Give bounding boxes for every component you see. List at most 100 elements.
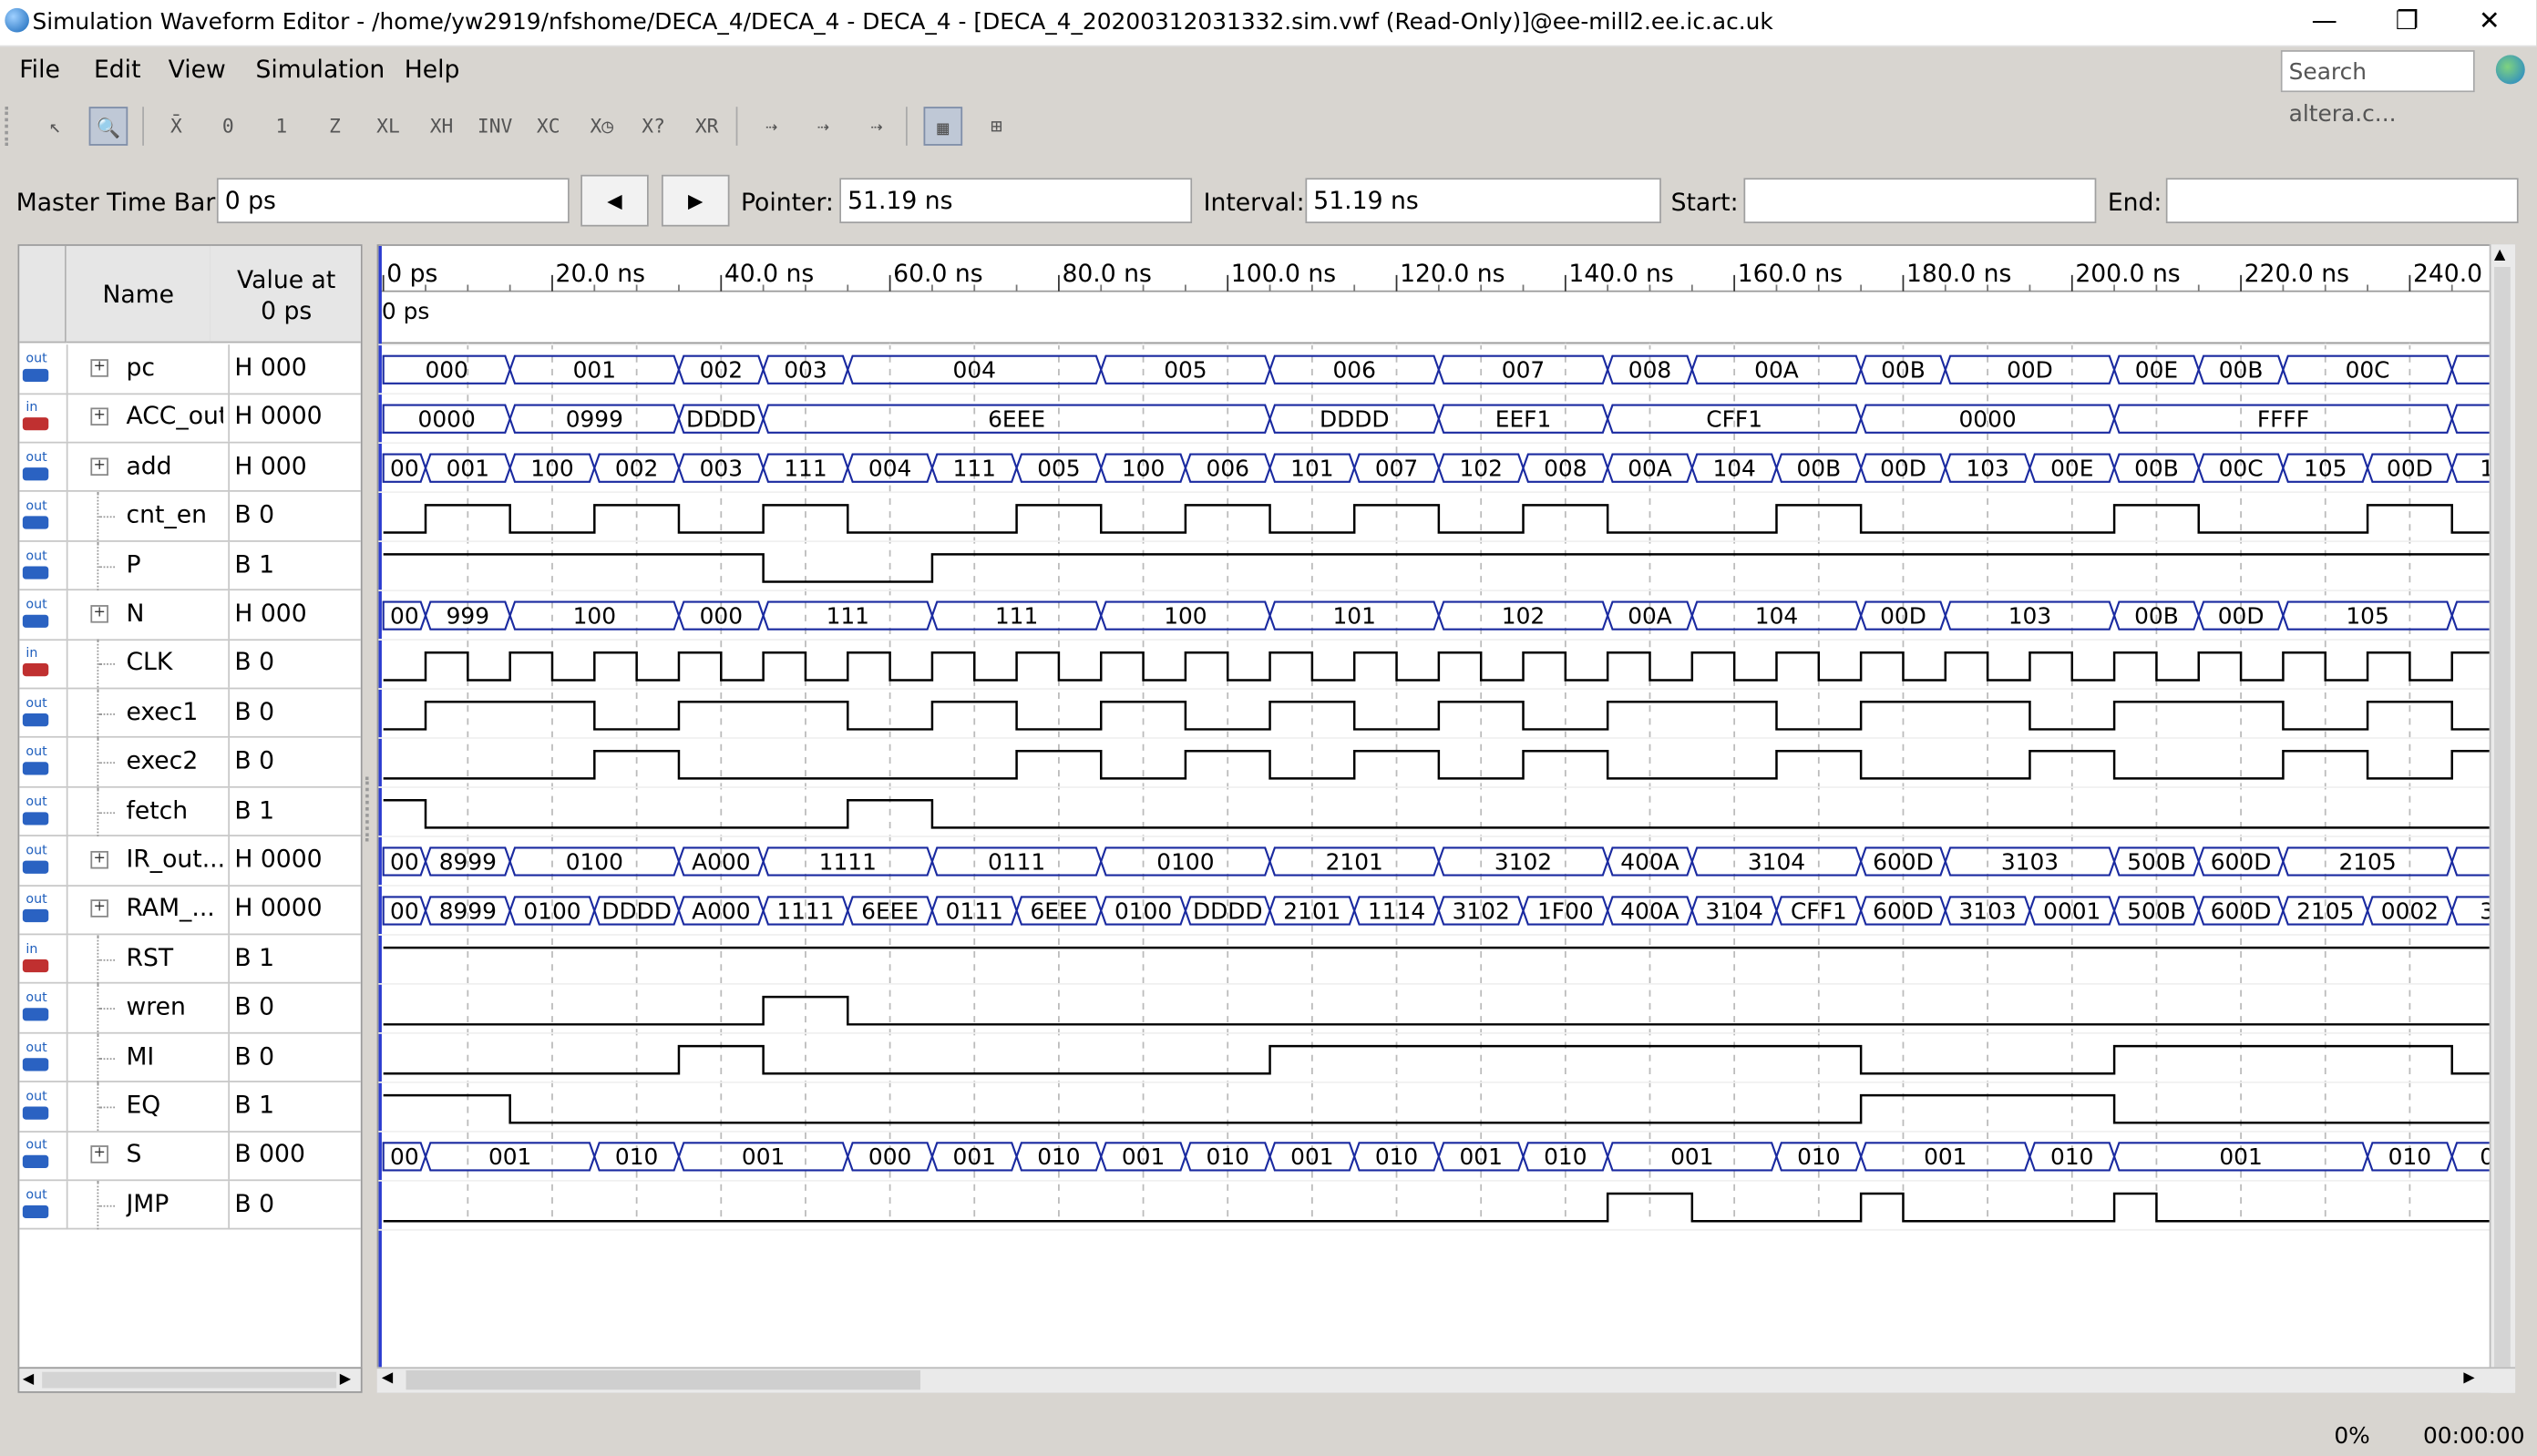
group-icon[interactable]: ⇢	[804, 107, 843, 146]
menu-view[interactable]: View	[169, 55, 226, 84]
bit-waveform[interactable]	[383, 798, 2515, 829]
signal-row[interactable]: out + add H 000	[19, 443, 361, 493]
bus-value-label: 001	[573, 357, 616, 384]
interval-field[interactable]: 51.19 ns	[1305, 178, 1661, 224]
restore-button[interactable]: ❐	[2369, 0, 2444, 46]
pointer-field[interactable]: 51.19 ns	[839, 178, 1193, 224]
bit-waveform[interactable]	[383, 749, 2515, 780]
pin-shape	[22, 811, 49, 825]
globe-icon[interactable]	[2495, 55, 2525, 85]
signal-row[interactable]: out + S B 000	[19, 1131, 361, 1181]
signal-row[interactable]: out exec1 B 0	[19, 689, 361, 739]
signal-row[interactable]: in RST B 1	[19, 934, 361, 985]
minimize-button[interactable]: —	[2287, 0, 2362, 46]
weak-low-icon[interactable]: XL	[369, 107, 408, 146]
invert-icon[interactable]: INV	[476, 107, 515, 146]
panel-splitter[interactable]	[365, 776, 375, 842]
bit-waveform[interactable]	[383, 701, 2515, 731]
signal-row[interactable]: out P B 1	[19, 541, 361, 591]
next-transition-button[interactable]: ▶	[661, 174, 730, 227]
bus-value-label: 001	[742, 1143, 785, 1170]
bus-value-label: 00D	[2218, 602, 2265, 629]
signal-name: pc	[126, 353, 156, 383]
pin-direction-label: out	[26, 449, 47, 465]
signal-row[interactable]: in CLK B 0	[19, 640, 361, 690]
end-field[interactable]	[2165, 178, 2519, 224]
signal-row[interactable]: out MI B 0	[19, 1032, 361, 1083]
grid-icon[interactable]: ▦	[923, 107, 963, 146]
bit-waveform[interactable]	[383, 1192, 2515, 1223]
row-separator	[66, 689, 68, 738]
signal-row[interactable]: out + pc H 000	[19, 344, 361, 395]
name-column-header[interactable]: Name	[66, 245, 212, 343]
close-button[interactable]: ✕	[2452, 0, 2527, 46]
unknown-icon[interactable]: X̄	[157, 107, 196, 146]
waveform-panel[interactable]: 0 ps 20.0 ns 40.0 ns 60.0 ns 80.0 ns 100.0 ns…	[376, 244, 2516, 1393]
signal-value: H 000	[234, 451, 307, 480]
signal-row[interactable]: out JMP B 0	[19, 1180, 361, 1230]
snap-to-grid-icon[interactable]: ⇢	[752, 107, 791, 146]
scroll-left-icon[interactable]: ◀	[23, 1372, 34, 1389]
signal-row[interactable]: out wren B 0	[19, 983, 361, 1034]
high-impedance-icon[interactable]: Z	[315, 107, 354, 146]
signal-row[interactable]: out EQ B 1	[19, 1082, 361, 1133]
interval-label: Interval:	[1203, 187, 1305, 217]
waveform-vertical-scrollbar[interactable]: ▲ ▼	[2489, 244, 2516, 1393]
signal-list-scrollbar[interactable]: ◀ ▶	[17, 1367, 363, 1393]
time-bar-icon[interactable]: ⊞	[977, 107, 1016, 146]
arbitrary-value-icon[interactable]: XR	[687, 107, 726, 146]
expand-bus-icon[interactable]: +	[90, 408, 108, 426]
menu-edit[interactable]: Edit	[94, 55, 141, 84]
signal-row[interactable]: out cnt_en B 0	[19, 492, 361, 542]
menu-file[interactable]: File	[19, 55, 60, 84]
input-pin-icon: in	[22, 647, 62, 681]
prev-transition-button[interactable]: ◀	[580, 174, 649, 227]
ungroup-icon[interactable]: ⇢	[858, 107, 897, 146]
select-icon[interactable]: ↖	[36, 107, 75, 146]
signal-row[interactable]: out + RAM_... H 0000	[19, 885, 361, 936]
signal-row[interactable]: out + N H 000	[19, 590, 361, 641]
bit-waveform[interactable]	[383, 651, 2515, 682]
expand-bus-icon[interactable]: +	[90, 850, 108, 869]
start-field[interactable]	[1743, 178, 2097, 224]
expand-bus-icon[interactable]: +	[90, 899, 108, 918]
forcing-low-icon[interactable]: 0	[209, 107, 248, 146]
toolbar-grip[interactable]	[5, 107, 17, 146]
weak-high-icon[interactable]: XH	[422, 107, 461, 146]
bit-waveform[interactable]	[383, 504, 2515, 534]
forcing-high-icon[interactable]: 1	[262, 107, 302, 146]
signal-list-scroll-thumb[interactable]	[42, 1371, 337, 1389]
column-separator	[228, 689, 231, 738]
hscroll-right-icon[interactable]: ▶	[2463, 1370, 2474, 1387]
scroll-up-icon[interactable]: ▲	[2494, 248, 2505, 264]
menu-simulation[interactable]: Simulation	[255, 55, 385, 84]
menu-help[interactable]: Help	[405, 55, 460, 84]
expand-bus-icon[interactable]: +	[90, 359, 108, 377]
waveform-vscroll-thumb[interactable]	[2494, 266, 2511, 1368]
master-time-bar-field[interactable]: 0 ps	[216, 178, 570, 224]
expand-bus-icon[interactable]: +	[90, 1145, 108, 1164]
signal-row[interactable]: in + ACC_out H 0000	[19, 394, 361, 444]
scroll-right-icon[interactable]: ▶	[340, 1372, 351, 1389]
expand-bus-icon[interactable]: +	[90, 457, 108, 476]
bit-waveform[interactable]	[383, 1093, 2515, 1124]
random-icon[interactable]: X?	[634, 107, 673, 146]
clock-icon[interactable]: X◷	[582, 107, 621, 146]
hscroll-left-icon[interactable]: ◀	[382, 1370, 393, 1387]
signal-row[interactable]: out + IR_out... H 0000	[19, 836, 361, 887]
waveform-horizontal-scrollbar[interactable]: ◀ ▶	[376, 1367, 2516, 1393]
output-pin-icon: out	[22, 549, 62, 582]
signal-row[interactable]: out exec2 B 0	[19, 738, 361, 788]
bit-waveform[interactable]	[383, 553, 2515, 583]
value-column-header[interactable]: Value at 0 ps	[210, 245, 361, 343]
zoom-icon[interactable]: 🔍	[88, 107, 128, 146]
search-input[interactable]: Search altera.c...	[2280, 50, 2475, 128]
waveform-canvas[interactable]: 0 ps 20.0 ns 40.0 ns 60.0 ns 80.0 ns 100.0 ns…	[378, 245, 2515, 1393]
bit-waveform[interactable]	[383, 995, 2515, 1026]
expand-bus-icon[interactable]: +	[90, 605, 108, 623]
signal-row[interactable]: out fetch B 1	[19, 786, 361, 837]
waveform-hscroll-thumb[interactable]	[406, 1369, 920, 1390]
bit-waveform[interactable]	[383, 1044, 2515, 1075]
bus-value-label: 0001	[2043, 897, 2100, 924]
count-value-icon[interactable]: XC	[529, 107, 568, 146]
